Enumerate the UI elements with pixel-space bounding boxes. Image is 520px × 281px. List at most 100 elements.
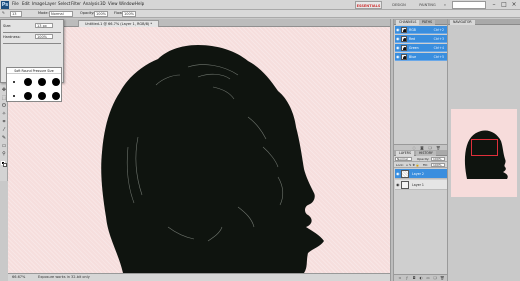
brush-tool-icon[interactable]: ✎ — [2, 11, 5, 15]
visibility-eye-icon[interactable]: ◉ — [396, 171, 400, 177]
trash-icon[interactable]: 🗑 — [440, 276, 444, 280]
flow-field[interactable]: 100% — [122, 11, 136, 17]
menu-edit[interactable]: Edit — [22, 1, 30, 6]
brush-preset-item[interactable] — [49, 75, 63, 88]
brush-hardness-slider[interactable] — [3, 43, 61, 44]
channel-row-green[interactable]: ◉ Green Ctrl+4 — [395, 44, 447, 52]
layer-name: Layer 1 — [412, 183, 424, 187]
menu-layer[interactable]: Layer — [45, 1, 56, 6]
restore-button[interactable]: □ — [499, 0, 509, 9]
menu-file[interactable]: File — [12, 1, 19, 6]
channel-shortcut: Ctrl+5 — [433, 55, 444, 59]
menu-image[interactable]: Image — [32, 1, 45, 6]
zoom-tool-icon[interactable]: ⚲ — [1, 151, 7, 157]
visibility-eye-icon[interactable]: ◉ — [396, 45, 400, 51]
layer-row[interactable]: ◉ Layer 2 — [395, 169, 447, 179]
document-tab[interactable]: Untitled-1 @ 66.7% (Layer 1, RGB/8) * — [78, 20, 160, 27]
quick-select-tool-icon[interactable]: ✧ — [1, 111, 7, 117]
visibility-eye-icon[interactable]: ◉ — [396, 54, 400, 60]
brush-hardness-label: Hardness: — [3, 35, 21, 39]
brush-preset-item[interactable] — [21, 89, 35, 102]
tab-layers[interactable]: LAYERS — [396, 150, 414, 156]
menu-3d[interactable]: 3D — [100, 1, 106, 6]
photoshop-logo: Ps — [1, 1, 9, 9]
channel-shortcut: Ctrl+4 — [433, 46, 444, 50]
new-layer-icon[interactable]: ❏ — [433, 276, 437, 280]
channel-shortcut: Ctrl+2 — [433, 28, 444, 32]
new-group-icon[interactable]: ▭ — [426, 276, 430, 280]
channel-row-rgb[interactable]: ◉ RGB Ctrl+2 — [395, 26, 447, 34]
layer-style-icon[interactable]: ƒ — [405, 276, 409, 280]
background-color-swatch[interactable] — [3, 163, 7, 167]
brush-hardness-field[interactable]: 100% — [35, 34, 53, 39]
brush-size-slider[interactable] — [3, 32, 61, 33]
channels-panel-header: CHANNELS PATHS — [394, 19, 448, 25]
crop-tool-icon[interactable]: ⌗ — [1, 119, 7, 125]
workspace-design-button[interactable]: DESIGN — [384, 1, 414, 9]
menu-select[interactable]: Select — [58, 1, 70, 6]
blend-mode-select[interactable]: Normal — [395, 157, 412, 161]
document-canvas[interactable] — [8, 27, 390, 273]
adjustment-layer-icon[interactable]: ◐ — [419, 276, 423, 280]
brush-preset-title: Soft Round Pressure Size — [7, 68, 61, 74]
eyedropper-tool-icon[interactable]: ⁄ — [1, 127, 7, 133]
channel-row-red[interactable]: ◉ Red Ctrl+3 — [395, 35, 447, 43]
fill-label: Fill: — [423, 163, 429, 167]
workspace-essentials-button[interactable]: ESSENTIALS — [355, 1, 382, 9]
eraser-tool-icon[interactable]: ▭ — [1, 143, 7, 149]
brush-preset-popup: Size: 13 px Hardness: 100% Soft Round Pr… — [0, 19, 64, 102]
lock-icons[interactable]: ▫ ✎ ✥ 🔒 — [406, 163, 420, 167]
cs-live-search-input[interactable] — [452, 1, 486, 9]
opacity-field[interactable]: 100% — [94, 11, 108, 17]
layer-opacity-field[interactable]: 100% — [431, 157, 445, 161]
document-info: Exposure works in 32-bit only — [38, 275, 90, 279]
opacity-label: Opacity: — [80, 11, 95, 15]
fill-field[interactable]: 100% — [431, 163, 445, 167]
lock-label: Lock: — [396, 163, 404, 167]
brush-size-label: Size: — [3, 24, 12, 28]
brush-preset-item[interactable] — [35, 75, 49, 88]
channel-row-blue[interactable]: ◉ Blue Ctrl+5 — [395, 53, 447, 61]
layers-empty-area — [395, 191, 447, 274]
tab-history[interactable]: HISTORY — [416, 150, 436, 156]
brush-preset-item[interactable] — [7, 89, 21, 102]
brush-preset-picker[interactable]: 13 — [10, 11, 22, 17]
menu-help[interactable]: Help — [135, 1, 144, 6]
channel-name: Red — [409, 37, 416, 41]
link-layers-icon[interactable]: ∞ — [398, 276, 402, 280]
channel-shortcut: Ctrl+3 — [433, 37, 444, 41]
options-bar: ✎ 13 Mode: Normal Opacity: 100% Flow: 10… — [0, 10, 520, 18]
tab-channels[interactable]: CHANNELS — [396, 19, 420, 25]
layer-row[interactable]: ◉ Layer 1 — [395, 180, 447, 190]
navigator-view-rect[interactable] — [471, 139, 498, 156]
layer-thumbnail — [401, 170, 409, 178]
channel-name: Green — [409, 46, 419, 50]
navigator-preview[interactable] — [451, 109, 517, 197]
layer-opacity-label: Opacity: — [417, 157, 430, 161]
menu-filter[interactable]: Filter — [71, 1, 81, 6]
visibility-eye-icon[interactable]: ◉ — [396, 182, 400, 188]
visibility-eye-icon[interactable]: ◉ — [396, 27, 400, 33]
visibility-eye-icon[interactable]: ◉ — [396, 36, 400, 42]
tab-navigator[interactable]: NAVIGATOR — [450, 19, 475, 25]
brush-preset-item[interactable] — [49, 89, 63, 102]
lasso-tool-icon[interactable]: ʘ — [1, 103, 7, 109]
zoom-level[interactable]: 66.67% — [12, 275, 25, 279]
menu-analysis[interactable]: Analysis — [83, 1, 99, 6]
mode-select[interactable]: Normal — [49, 11, 73, 17]
minimize-button[interactable]: – — [489, 0, 499, 9]
brush-preset-item[interactable] — [35, 89, 49, 102]
menu-window[interactable]: Window — [119, 1, 135, 6]
workspace-more-button[interactable]: » — [441, 1, 449, 9]
brush-preset-item[interactable] — [7, 75, 21, 88]
channels-empty-area — [395, 62, 447, 144]
brush-preset-item[interactable] — [21, 75, 35, 88]
tab-paths[interactable]: PATHS — [419, 19, 436, 25]
brush-tool-icon[interactable]: ✎ — [1, 135, 7, 141]
photoshop-window: Ps File Edit Image Layer Select Filter A… — [0, 0, 520, 281]
close-button[interactable]: × — [509, 0, 519, 9]
layer-mask-icon[interactable]: ◘ — [412, 276, 416, 280]
menu-view[interactable]: View — [108, 1, 118, 6]
brush-size-field[interactable]: 13 px — [35, 23, 53, 28]
workspace-painting-button[interactable]: PAINTING — [414, 1, 441, 9]
